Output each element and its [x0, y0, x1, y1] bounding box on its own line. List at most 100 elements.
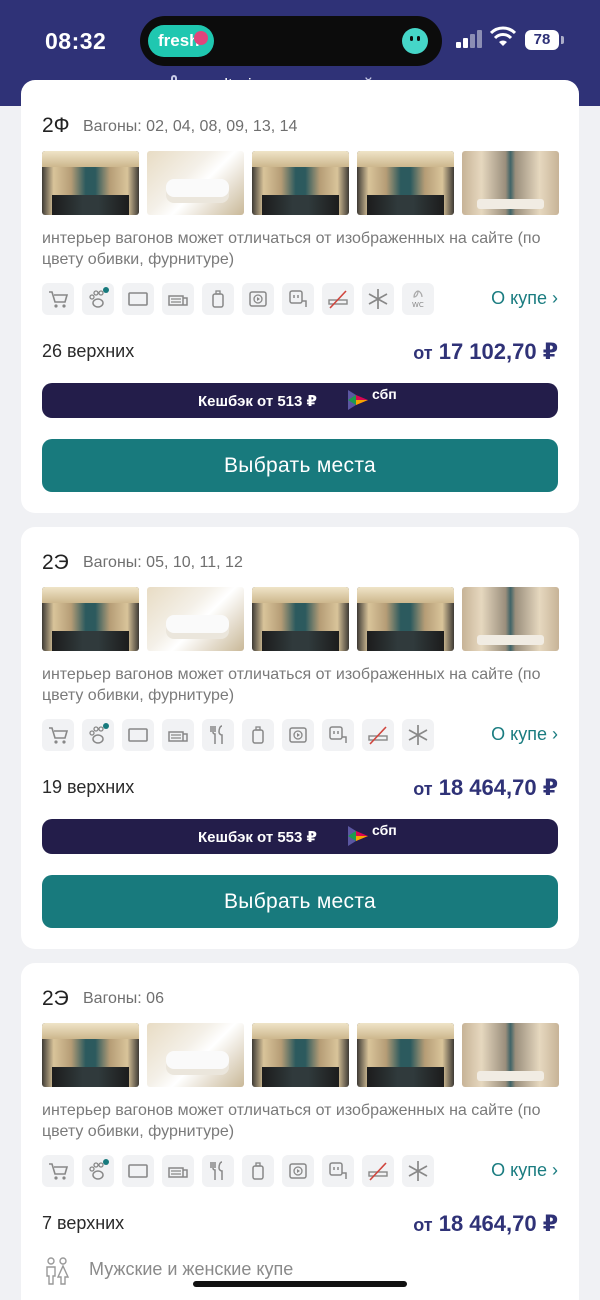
amenities-row	[42, 719, 442, 751]
price-value: 17 102,70 ₽	[438, 339, 558, 364]
sbp-label: сбп	[372, 822, 397, 838]
tv-icon	[122, 719, 154, 751]
sbp-logo-icon	[348, 390, 368, 410]
photo-gallery[interactable]	[42, 151, 559, 215]
interior-photo[interactable]	[42, 1023, 139, 1087]
cashback-text: Кешбэк от 553 ₽	[198, 829, 317, 846]
tv-icon	[122, 1155, 154, 1187]
tv-icon	[122, 283, 154, 315]
sbp-logo-icon	[348, 826, 368, 846]
photo-gallery[interactable]	[42, 587, 559, 651]
sbp-label: сбп	[372, 386, 397, 402]
price-prefix: от	[413, 1215, 433, 1235]
fresh-app-badge: fresh	[148, 25, 214, 57]
interior-photo[interactable]	[357, 1023, 454, 1087]
interior-photo[interactable]	[147, 1023, 244, 1087]
chevron-right-icon: ›	[552, 1160, 558, 1180]
seats-available: 7 верхних	[42, 1213, 125, 1233]
interior-photo[interactable]	[462, 587, 559, 651]
pet-icon	[82, 719, 114, 751]
air-conditioning-icon	[402, 1155, 434, 1187]
interior-photo[interactable]	[252, 151, 349, 215]
hygiene-kit-icon	[242, 1155, 274, 1187]
class-code: 2Э	[42, 551, 69, 574]
battery-tip	[561, 36, 564, 44]
fresh-app-icon	[194, 31, 208, 45]
eco-wc-icon: WC	[402, 283, 434, 315]
clock: 08:32	[45, 28, 107, 54]
cashback-banner[interactable]: Кешбэк от 513 ₽ сбп	[42, 383, 558, 418]
air-conditioning-icon	[362, 283, 394, 315]
male-female-icon	[46, 1257, 70, 1285]
about-coupe-label: О купе	[491, 1160, 547, 1180]
cart-icon	[42, 1155, 74, 1187]
amenities-row: WC	[42, 283, 442, 315]
car-class-card: 2Э Вагоны: 06 интерьер вагонов может отл…	[21, 963, 579, 1300]
media-icon	[282, 719, 314, 751]
about-coupe-link[interactable]: О купе ›	[491, 724, 558, 745]
interior-photo[interactable]	[147, 587, 244, 651]
cellular-signal-icon	[456, 30, 484, 48]
no-smoking-icon	[362, 1155, 394, 1187]
hygiene-kit-icon	[242, 719, 274, 751]
bedding-icon	[162, 719, 194, 751]
interior-photo[interactable]	[147, 151, 244, 215]
media-icon	[242, 283, 274, 315]
price-value: 18 464,70 ₽	[438, 775, 558, 800]
cashback-banner[interactable]: Кешбэк от 553 ₽ сбп	[42, 819, 558, 854]
bedding-icon	[162, 1155, 194, 1187]
home-indicator[interactable]	[193, 1281, 407, 1287]
dynamic-island: fresh	[140, 16, 442, 66]
cart-icon	[42, 283, 74, 315]
interior-photo[interactable]	[252, 1023, 349, 1087]
meals-icon	[202, 1155, 234, 1187]
amenities-row	[42, 1155, 442, 1187]
price: от 18 464,70 ₽	[413, 1211, 558, 1237]
about-coupe-link[interactable]: О купе ›	[491, 288, 558, 309]
car-class-card: 2Э Вагоны: 05, 10, 11, 12 интерьер вагон…	[21, 527, 579, 949]
interior-photo[interactable]	[252, 587, 349, 651]
class-code: 2Ф	[42, 114, 70, 137]
price: от 18 464,70 ₽	[413, 775, 558, 801]
air-conditioning-icon	[402, 719, 434, 751]
no-smoking-icon	[322, 283, 354, 315]
wagon-numbers: Вагоны: 06	[83, 990, 164, 1007]
about-coupe-link[interactable]: О купе ›	[491, 1160, 558, 1181]
interior-photo[interactable]	[42, 151, 139, 215]
interior-disclaimer: интерьер вагонов может отличаться от изо…	[42, 1102, 541, 1140]
about-coupe-label: О купе	[491, 724, 547, 744]
interior-disclaimer: интерьер вагонов может отличаться от изо…	[42, 230, 541, 268]
fresh-app-label: fresh	[158, 31, 200, 50]
bedding-icon	[162, 283, 194, 315]
meals-icon	[202, 719, 234, 751]
interior-disclaimer: интерьер вагонов может отличаться от изо…	[42, 666, 541, 704]
wagon-numbers: Вагоны: 05, 10, 11, 12	[83, 554, 243, 571]
svg-text:WC: WC	[412, 301, 424, 309]
chevron-right-icon: ›	[552, 288, 558, 308]
power-socket-icon	[282, 283, 314, 315]
about-coupe-label: О купе	[491, 288, 547, 308]
choose-seats-button[interactable]: Выбрать места	[42, 439, 558, 492]
no-smoking-icon	[362, 719, 394, 751]
choose-seats-button[interactable]: Выбрать места	[42, 875, 558, 928]
cashback-text: Кешбэк от 513 ₽	[198, 393, 317, 410]
pet-icon	[82, 283, 114, 315]
pet-icon	[82, 1155, 114, 1187]
price: от 17 102,70 ₽	[413, 339, 558, 365]
power-socket-icon	[322, 1155, 354, 1187]
price-value: 18 464,70 ₽	[438, 1211, 558, 1236]
wagon-numbers: Вагоны: 02, 04, 08, 09, 13, 14	[83, 118, 298, 135]
gender-coupe-note: Мужские и женские купе	[42, 1257, 294, 1285]
interior-photo[interactable]	[42, 587, 139, 651]
gender-coupe-label: Мужские и женские купе	[89, 1259, 294, 1279]
interior-photo[interactable]	[357, 587, 454, 651]
photo-gallery[interactable]	[42, 1023, 559, 1087]
media-icon	[282, 1155, 314, 1187]
hygiene-kit-icon	[202, 283, 234, 315]
interior-photo[interactable]	[462, 1023, 559, 1087]
interior-photo[interactable]	[462, 151, 559, 215]
seats-available: 19 верхних	[42, 777, 135, 797]
interior-photo[interactable]	[357, 151, 454, 215]
cart-icon	[42, 719, 74, 751]
price-prefix: от	[413, 779, 433, 799]
